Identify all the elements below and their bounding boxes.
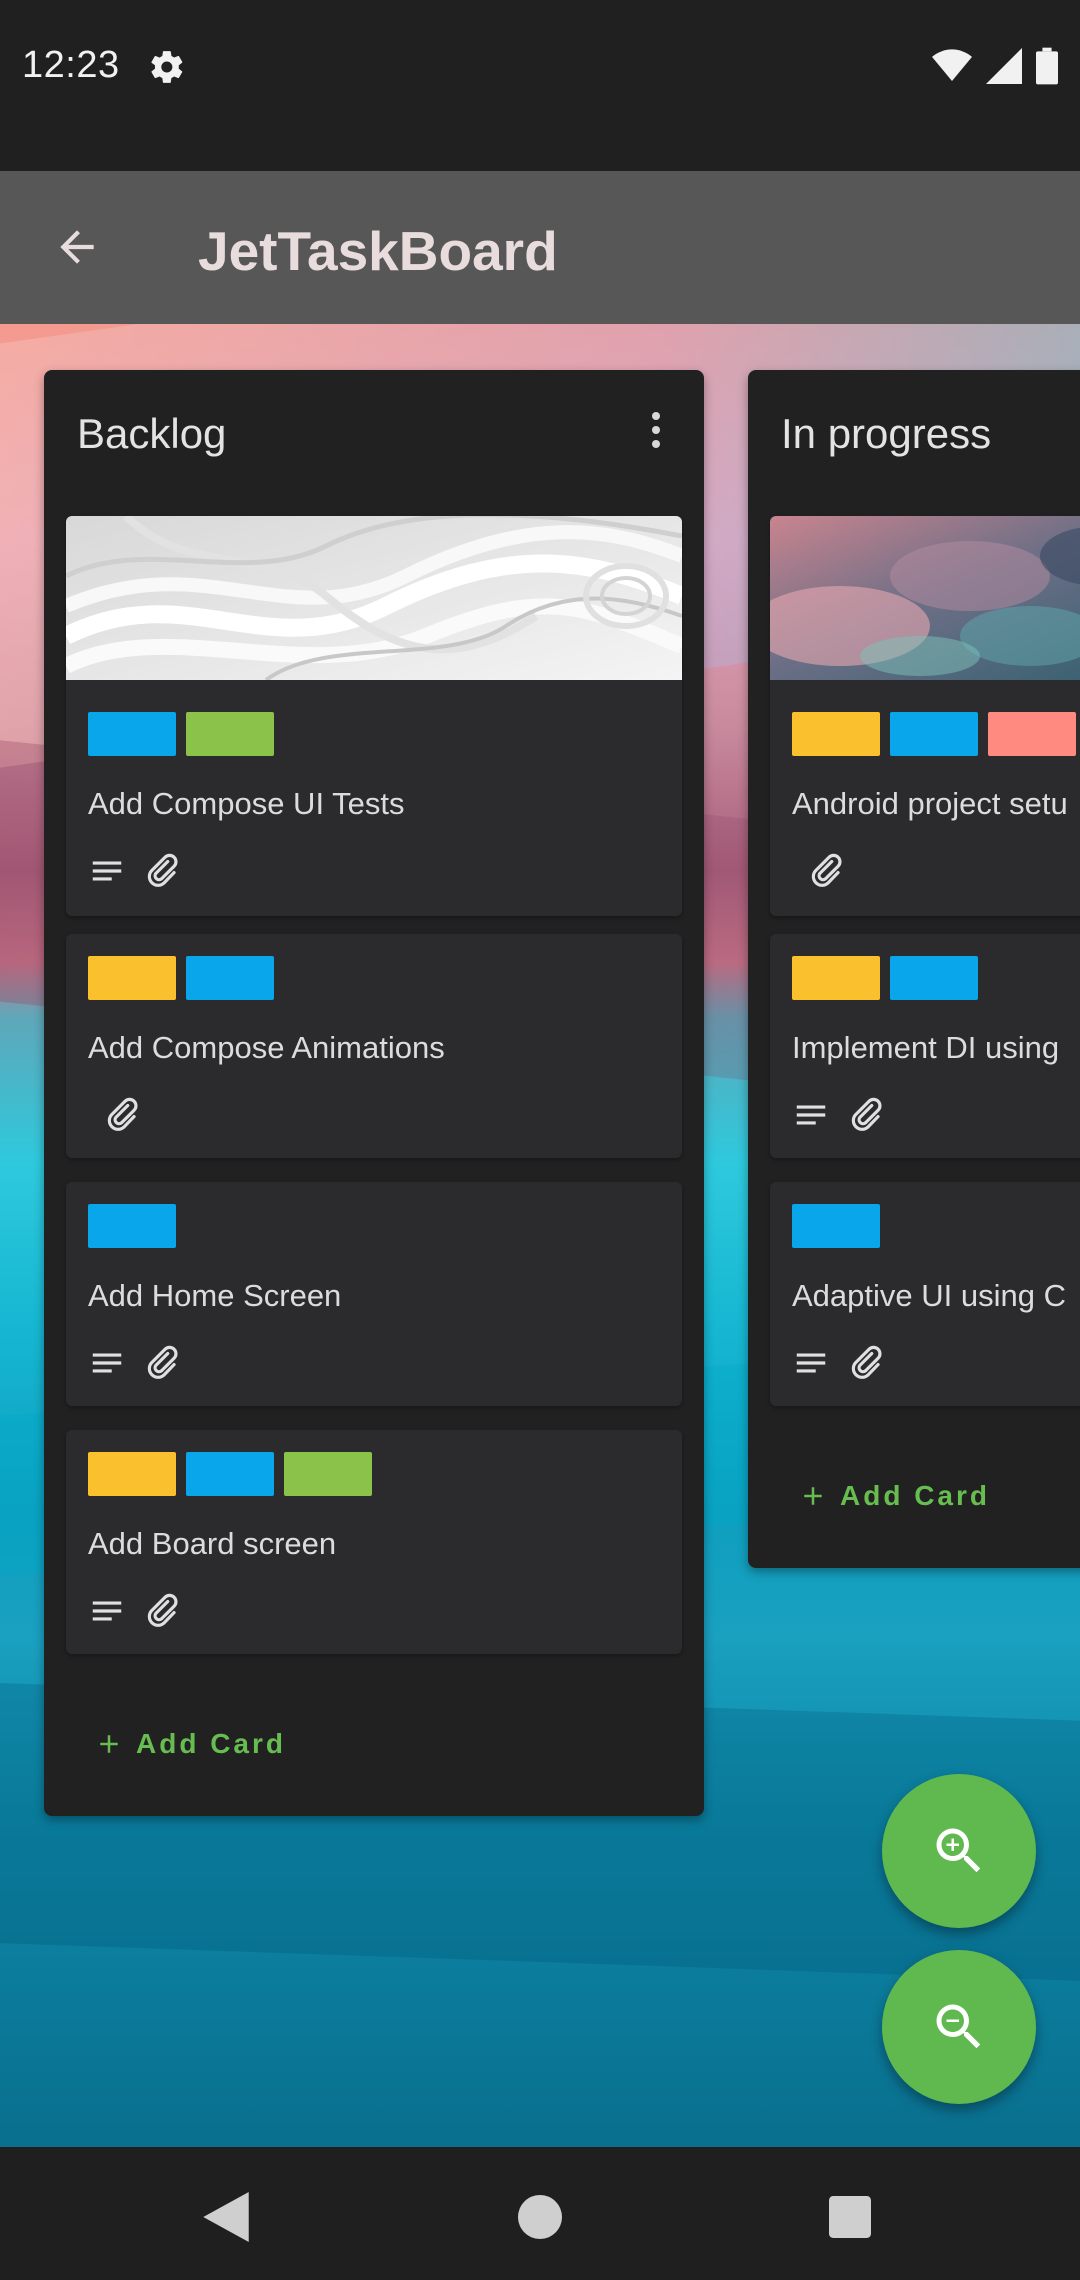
app-bar: JetTaskBoard <box>0 171 1080 324</box>
label-row <box>792 956 978 1000</box>
label-chip <box>186 956 274 1000</box>
status-bar: 12:23 <box>0 0 1080 171</box>
task-card[interactable]: Add Compose Animations <box>66 934 682 1158</box>
description-icon <box>92 1601 122 1621</box>
task-card[interactable]: Add Board screen <box>66 1430 682 1654</box>
navigation-bar <box>0 2147 1080 2280</box>
gear-icon <box>151 51 183 83</box>
nav-back-icon <box>203 2192 249 2242</box>
add-card-label: Add Card <box>136 1728 286 1759</box>
card-cover-image <box>770 516 1080 680</box>
label-chip <box>792 1204 880 1248</box>
nav-back-button[interactable] <box>186 2177 266 2257</box>
description-icon <box>796 1105 826 1125</box>
card-title: Implement DI using <box>792 1030 1060 1065</box>
attachment-icon <box>147 1345 178 1379</box>
description-icon <box>92 861 122 881</box>
card-icons <box>104 1096 142 1134</box>
label-chip <box>988 712 1076 756</box>
zoom-in-button[interactable] <box>882 1774 1036 1928</box>
card-icons <box>88 852 182 890</box>
column-backlog: Backlog Add Compose UI Tests Add Compose… <box>44 370 704 1816</box>
attachment-icon <box>811 853 842 887</box>
label-chip <box>890 956 978 1000</box>
attachment-icon <box>147 853 178 887</box>
add-card-button[interactable]: Add Card <box>798 1480 990 1512</box>
label-chip <box>88 956 176 1000</box>
description-icon <box>92 1353 122 1373</box>
plus-icon <box>100 1735 118 1753</box>
wifi-icon <box>932 49 972 81</box>
task-card[interactable]: Add Home Screen <box>66 1182 682 1406</box>
description-icon <box>796 1353 826 1373</box>
card-title: Adaptive UI using C <box>792 1278 1066 1313</box>
attachment-icon <box>107 1097 138 1131</box>
card-icons <box>792 1344 886 1382</box>
zoom-out-button[interactable] <box>882 1950 1036 2104</box>
label-chip <box>284 1452 372 1496</box>
card-icons <box>808 852 846 890</box>
label-chip <box>186 712 274 756</box>
nav-home-button[interactable] <box>500 2177 580 2257</box>
zoom-in-icon <box>936 1828 981 1873</box>
label-chip <box>890 712 978 756</box>
card-title: Add Compose Animations <box>88 1030 445 1065</box>
plus-icon <box>804 1487 822 1505</box>
back-button[interactable] <box>40 205 114 289</box>
nav-recents-button[interactable] <box>810 2177 890 2257</box>
label-row <box>792 1204 880 1248</box>
add-card-button[interactable]: Add Card <box>94 1728 286 1760</box>
column-title: Backlog <box>77 410 227 457</box>
add-card-label: Add Card <box>840 1480 990 1511</box>
label-row <box>792 712 1076 756</box>
task-card[interactable]: Add Compose UI Tests <box>66 516 682 916</box>
attachment-icon <box>851 1345 882 1379</box>
nav-recents-icon <box>829 2196 871 2238</box>
task-card[interactable]: Adaptive UI using C <box>770 1182 1080 1406</box>
label-chip <box>88 1204 176 1248</box>
column-in-progress: In progress Android project setu Impleme… <box>748 370 1080 1568</box>
arrow-back-icon <box>60 230 94 264</box>
label-chip <box>186 1452 274 1496</box>
card-title: Add Home Screen <box>88 1278 342 1313</box>
label-chip <box>792 712 880 756</box>
card-title: Add Compose UI Tests <box>88 786 405 821</box>
column-title: In progress <box>781 410 992 457</box>
task-card[interactable]: Implement DI using <box>770 934 1080 1158</box>
zoom-out-icon <box>936 2004 981 2049</box>
attachment-icon <box>147 1593 178 1627</box>
more-vert-icon[interactable] <box>646 406 666 454</box>
card-icons <box>88 1344 182 1382</box>
signal-icon <box>986 48 1022 84</box>
label-chip <box>792 956 880 1000</box>
status-time: 12:23 <box>22 44 120 86</box>
app-title: JetTaskBoard <box>198 220 558 282</box>
label-row <box>88 712 274 756</box>
label-row <box>88 1204 176 1248</box>
card-cover-image <box>66 516 682 680</box>
card-title: Add Board screen <box>88 1526 337 1561</box>
label-chip <box>88 1452 176 1496</box>
attachment-icon <box>851 1097 882 1131</box>
task-card[interactable]: Android project setu <box>770 516 1080 916</box>
card-title: Android project setu <box>792 786 1068 821</box>
nav-home-icon <box>518 2195 562 2239</box>
label-row <box>88 956 274 1000</box>
label-chip <box>88 712 176 756</box>
card-icons <box>88 1592 182 1630</box>
card-icons <box>792 1096 886 1134</box>
battery-icon <box>1036 47 1058 85</box>
label-row <box>88 1452 372 1496</box>
